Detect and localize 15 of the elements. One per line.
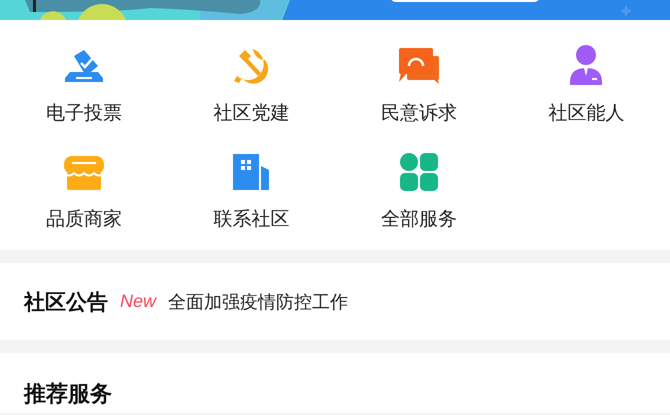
grid-icon bbox=[398, 152, 439, 192]
service-label[interactable]: 品质商家 bbox=[46, 206, 122, 232]
service-label[interactable]: 社区能人 bbox=[548, 100, 624, 126]
service-label[interactable]: 联系社区 bbox=[213, 206, 290, 232]
new-label: New bbox=[120, 291, 156, 312]
service-label[interactable]: 电子投票 bbox=[46, 100, 122, 126]
service-label[interactable]: 社区党建 bbox=[213, 100, 290, 126]
storefront-icon bbox=[62, 154, 105, 192]
building-icon bbox=[231, 152, 272, 192]
section-heading: 推荐服务 bbox=[24, 382, 112, 407]
notice-heading: 社区公告 bbox=[24, 288, 108, 316]
chat-bubbles-icon bbox=[396, 46, 441, 86]
service-label[interactable]: 民意诉求 bbox=[380, 100, 457, 126]
notice-text[interactable]: 全面加强疫情防控工作 bbox=[168, 290, 348, 314]
service-label[interactable]: 全部服务 bbox=[380, 206, 457, 232]
